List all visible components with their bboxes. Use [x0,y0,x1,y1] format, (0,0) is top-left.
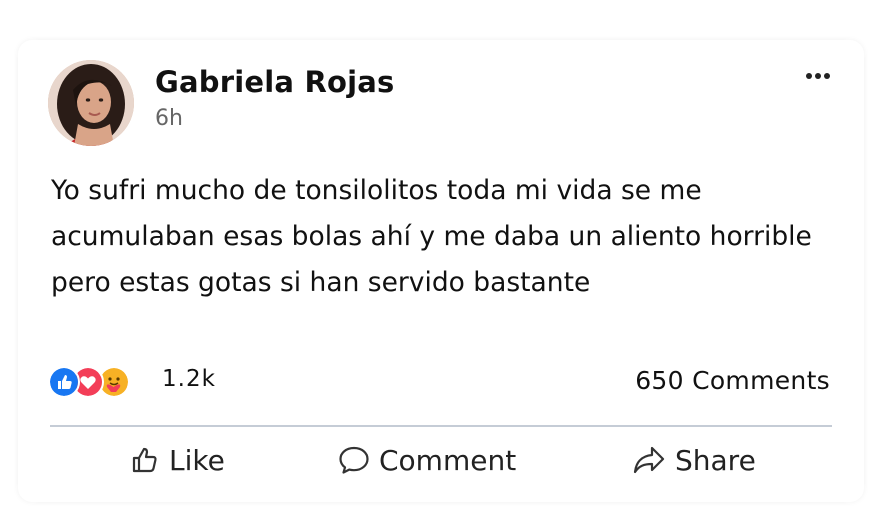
more-options-icon[interactable] [802,66,834,86]
action-bar: Like Comment Share [50,435,832,485]
reactions-summary[interactable]: 1.2k [48,364,215,400]
share-label: Share [675,443,756,477]
reaction-icons [48,364,158,400]
post-time[interactable]: 6h [155,106,183,131]
thumbs-up-icon [132,447,157,473]
avatar[interactable] [48,60,134,146]
share-arrow-icon [633,446,665,474]
comments-count[interactable]: 650 Comments [635,366,830,395]
comment-button[interactable]: Comment [338,435,516,485]
reaction-count: 1.2k [162,366,216,392]
comment-bubble-icon [339,446,369,474]
comment-label: Comment [379,443,517,477]
profile-photo [48,60,134,146]
author-name[interactable]: Gabriela Rojas [155,65,394,99]
dot [815,73,821,79]
like-icon [48,366,80,398]
like-button[interactable]: Like [130,435,225,485]
divider [50,425,832,427]
dot [806,73,812,79]
share-button[interactable]: Share [632,435,756,485]
post-text: Yo sufri mucho de tonsilolitos toda mi v… [51,175,812,298]
post-card: Gabriela Rojas 6h Yo sufri mucho de tons… [18,40,864,502]
like-label: Like [169,443,225,477]
dot [824,73,830,79]
